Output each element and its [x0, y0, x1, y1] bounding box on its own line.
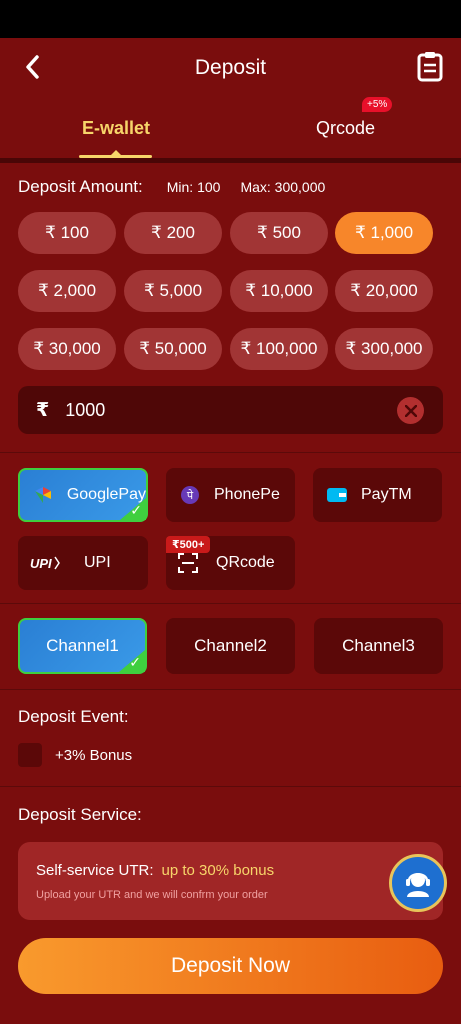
svg-text:पे: पे	[187, 489, 194, 502]
channel-label: Channel1	[46, 636, 119, 655]
deposit-now-button[interactable]: Deposit Now	[18, 938, 443, 994]
channel-1[interactable]: Channel1 ✓	[18, 618, 147, 674]
channel-3[interactable]: Channel3	[314, 618, 443, 674]
phonepe-icon: पे	[178, 483, 202, 507]
rupee-icon: ₹	[36, 399, 50, 421]
tab-bar: E-wallet Qrcode	[0, 100, 461, 162]
utr-bonus: up to 30% bonus	[161, 862, 275, 879]
amount-chip[interactable]: ₹ 20,000	[335, 270, 433, 312]
qr-scan-icon	[176, 551, 200, 575]
amount-value[interactable]: 1000	[65, 400, 105, 421]
method-googlepay[interactable]: GooglePay ✓	[18, 468, 148, 522]
amount-chip[interactable]: ₹ 5,000	[124, 270, 222, 312]
amount-label: Deposit Amount:	[18, 177, 143, 196]
divider	[0, 786, 461, 787]
method-label: UPI	[84, 554, 111, 571]
amount-input[interactable]: ₹ 1000	[18, 386, 443, 434]
amount-chip[interactable]: ₹ 10,000	[230, 270, 328, 312]
deposit-event-label: Deposit Event:	[18, 707, 129, 726]
deposit-service-label: Deposit Service:	[18, 805, 142, 824]
page-title: Deposit	[194, 56, 267, 79]
headset-agent-icon	[406, 873, 430, 897]
method-label: PhonePe	[214, 486, 280, 503]
amount-chip[interactable]: ₹ 50,000	[124, 328, 222, 370]
amount-chip[interactable]: ₹ 30,000	[18, 328, 116, 370]
amount-header: Deposit Amount: Min: 100 Max: 300,000	[18, 176, 448, 198]
close-icon	[404, 404, 417, 417]
customer-support-button[interactable]	[389, 854, 447, 912]
clipboard-icon	[417, 52, 443, 82]
paytm-icon	[325, 483, 349, 507]
header: Deposit	[0, 38, 461, 98]
tab-qrcode[interactable]: Qrcode	[316, 118, 375, 139]
bonus-label: +3% Bonus	[55, 747, 133, 764]
method-upi[interactable]: UPI UPI	[18, 536, 148, 590]
amount-chip[interactable]: ₹ 300,000	[335, 328, 433, 370]
divider	[0, 158, 461, 163]
max-amount: Max: 300,000	[240, 179, 326, 195]
method-label: PayTM	[361, 486, 412, 503]
google-pay-icon	[32, 483, 55, 507]
check-icon: ✓	[119, 650, 145, 672]
utr-subtitle: Upload your UTR and we will confrm your …	[36, 889, 268, 901]
amount-chip[interactable]: ₹ 2,000	[18, 270, 116, 312]
svg-text:UPI: UPI	[30, 556, 52, 570]
self-service-utr-card[interactable]: Self-service UTR: up to 30% bonus Upload …	[18, 842, 443, 920]
amount-chip[interactable]: ₹ 100	[18, 212, 116, 254]
method-phonepe[interactable]: पे PhonePe	[166, 468, 295, 522]
utr-title: Self-service UTR: up to 30% bonus	[36, 862, 274, 879]
utr-title-text: Self-service UTR:	[36, 862, 154, 879]
method-paytm[interactable]: PayTM	[313, 468, 442, 522]
channel-label: Channel2	[194, 636, 267, 655]
status-bar	[0, 0, 461, 38]
method-label: QRcode	[216, 554, 275, 571]
amount-chip[interactable]: ₹ 100,000	[230, 328, 328, 370]
upi-icon: UPI	[30, 551, 60, 575]
history-button[interactable]	[415, 50, 445, 82]
amount-chip-selected[interactable]: ₹ 1,000	[335, 212, 433, 254]
amount-chip[interactable]: ₹ 200	[124, 212, 222, 254]
method-label: GooglePay	[66, 486, 146, 503]
clear-button[interactable]	[397, 397, 424, 424]
channel-2[interactable]: Channel2	[166, 618, 295, 674]
tab-ewallet[interactable]: E-wallet	[82, 118, 150, 139]
channel-label: Channel3	[342, 636, 415, 655]
divider	[0, 452, 461, 453]
divider	[0, 603, 461, 604]
bonus-checkbox[interactable]	[18, 743, 42, 767]
min-amount: Min: 100	[166, 179, 221, 195]
qrcode-bonus-badge: +5%	[362, 97, 393, 112]
qrcode-min-badge: ₹500+	[166, 536, 211, 553]
amount-chip[interactable]: ₹ 500	[230, 212, 328, 254]
divider	[0, 689, 461, 690]
